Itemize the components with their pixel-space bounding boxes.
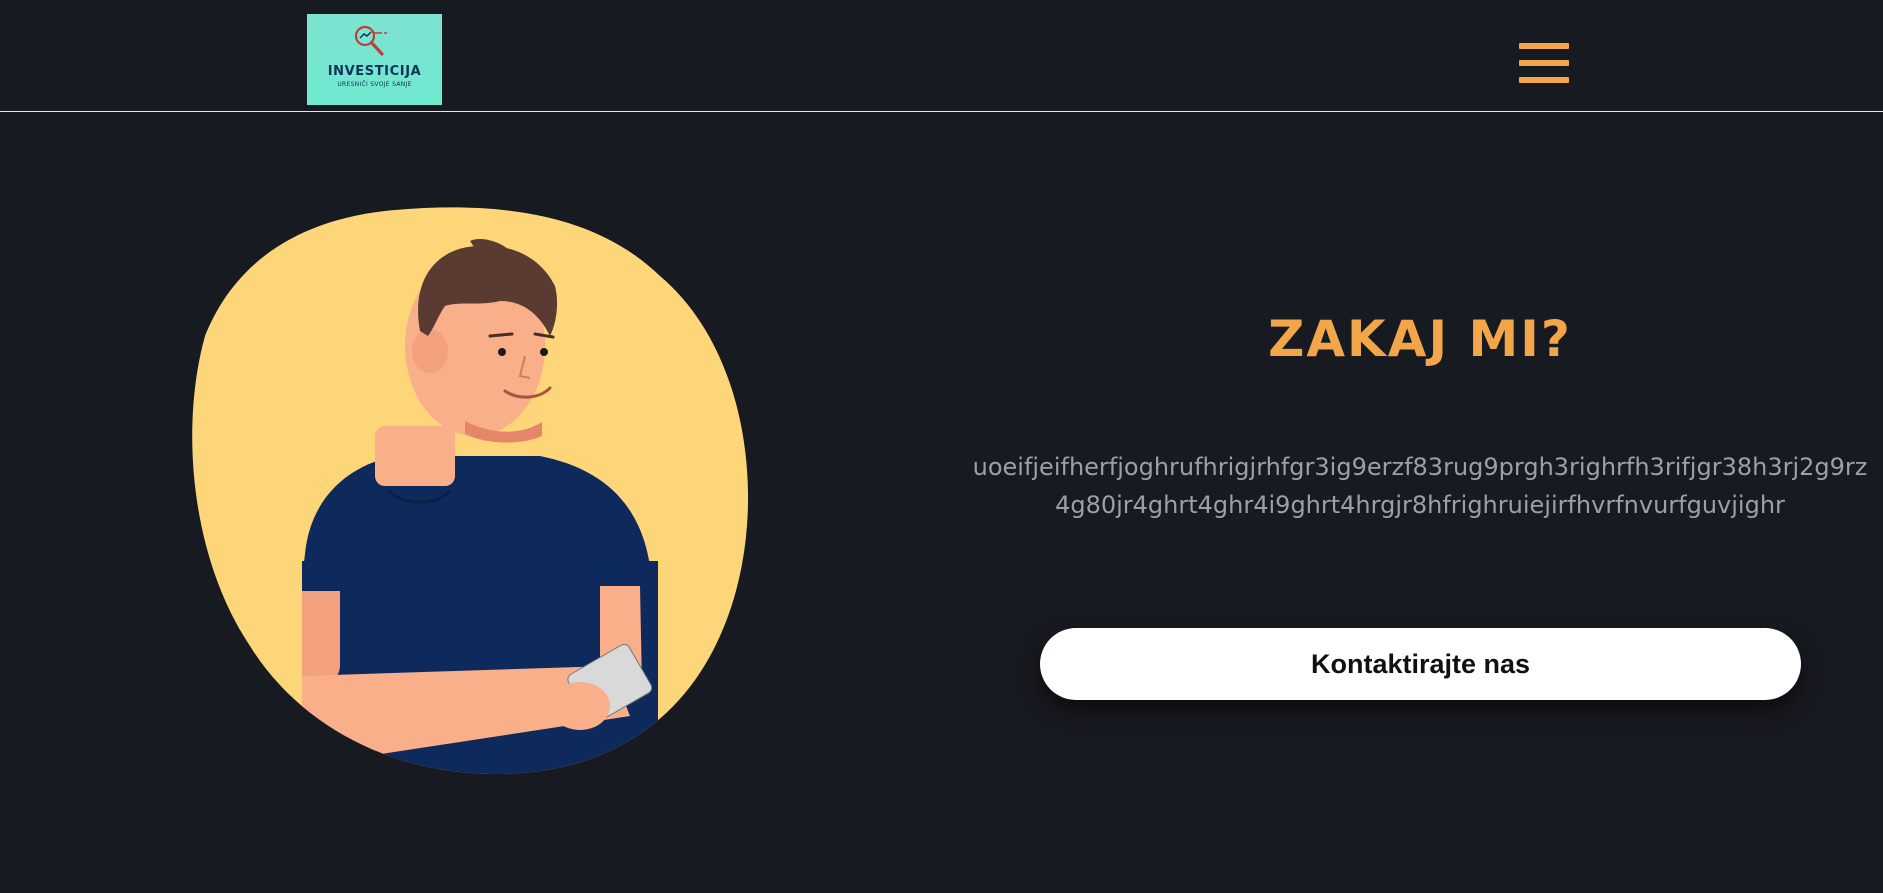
menu-bar	[1519, 77, 1569, 83]
section-text: uoeifjeifherfjoghrufhrigjrhfgr3ig9erzf83…	[972, 453, 1868, 519]
logo-title: INVESTICIJA	[327, 64, 422, 79]
man-with-card-illustration	[180, 206, 760, 776]
menu-bar	[1519, 60, 1569, 66]
site-header: INVESTICIJA URESNIČI SVOJE SANJE	[0, 0, 1883, 112]
logo[interactable]: INVESTICIJA URESNIČI SVOJE SANJE	[307, 14, 442, 105]
contact-button[interactable]: Kontaktirajte nas	[1040, 628, 1801, 700]
magnifier-chart-icon	[354, 25, 387, 56]
logo-subtitle: URESNIČI SVOJE SANJE	[337, 81, 412, 88]
menu-bar	[1519, 43, 1569, 49]
section-title: ZAKAJ MI?	[1268, 310, 1572, 368]
hamburger-menu-icon[interactable]	[1514, 40, 1574, 88]
